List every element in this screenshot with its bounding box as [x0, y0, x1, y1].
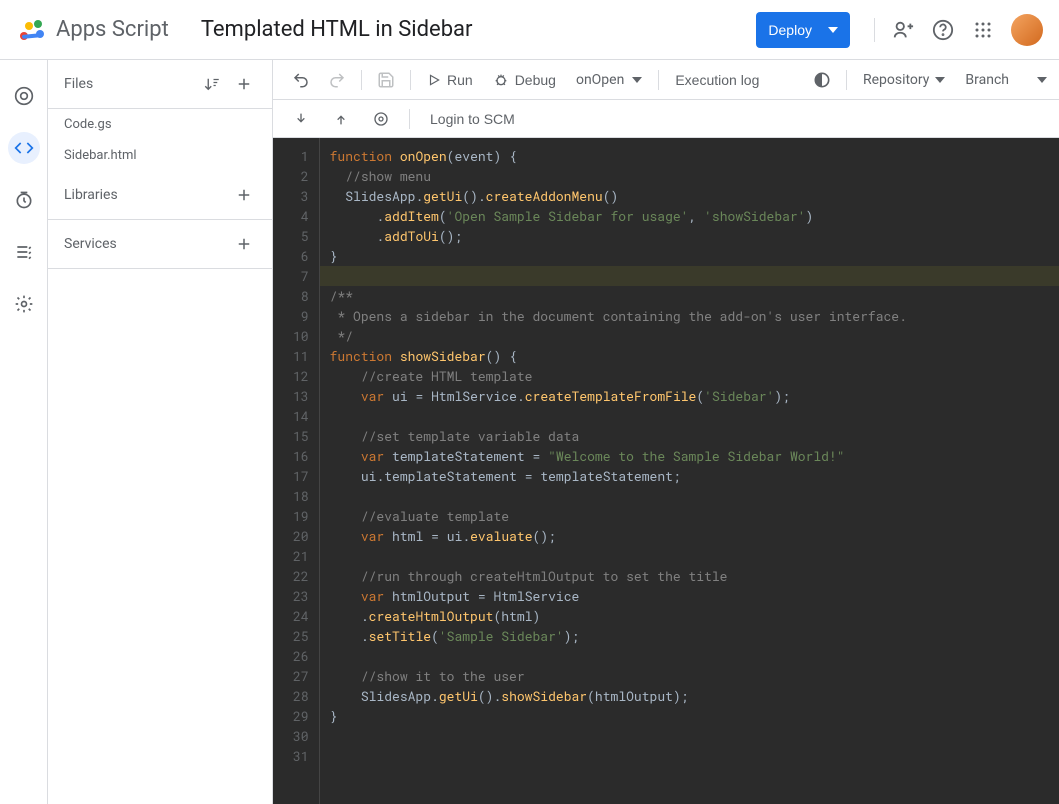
nav-triggers[interactable] [8, 184, 40, 216]
line-gutter: 1234567891011121314151617181920212223242… [273, 138, 319, 804]
execution-log-label: Execution log [675, 72, 759, 88]
branch-select[interactable]: Branch [957, 72, 1017, 88]
dark-mode-toggle[interactable] [806, 64, 838, 96]
file-list: Code.gsSidebar.html [48, 109, 272, 171]
services-label: Services [64, 236, 117, 252]
redo-button[interactable] [321, 64, 353, 96]
chevron-down-icon [935, 77, 945, 83]
file-item[interactable]: Sidebar.html [48, 140, 272, 171]
sort-files-button[interactable] [200, 72, 224, 96]
code-content[interactable]: function onOpen(event) { //show menu Sli… [319, 138, 1059, 804]
project-title[interactable]: Templated HTML in Sidebar [201, 17, 757, 42]
toolbar: Run Debug onOpen Execution log Repositor… [273, 60, 1059, 100]
files-header: Files [48, 60, 272, 109]
chevron-down-icon [828, 25, 838, 35]
nav-editor[interactable] [8, 132, 40, 164]
body: Files Code.gsSidebar.html Libraries Serv… [0, 60, 1059, 804]
add-library-button[interactable] [232, 183, 256, 207]
files-label: Files [64, 76, 93, 92]
divider [410, 70, 411, 90]
nav-overview[interactable] [8, 80, 40, 112]
user-avatar[interactable] [1011, 14, 1043, 46]
run-button[interactable]: Run [419, 64, 481, 96]
code-editor[interactable]: 1234567891011121314151617181920212223242… [273, 138, 1059, 804]
push-button[interactable] [325, 103, 357, 135]
bug-icon [493, 72, 509, 88]
login-scm-button[interactable]: Login to SCM [422, 103, 523, 135]
services-header: Services [48, 220, 272, 269]
files-panel: Files Code.gsSidebar.html Libraries Serv… [47, 60, 273, 804]
apps-grid-button[interactable] [963, 10, 1003, 50]
repository-label: Repository [863, 72, 929, 88]
chevron-down-icon [1037, 77, 1047, 83]
app-name: Apps Script [56, 17, 169, 42]
help-button[interactable] [923, 10, 963, 50]
divider [874, 18, 875, 42]
libraries-header: Libraries [48, 171, 272, 220]
play-icon [427, 73, 441, 87]
pull-button[interactable] [285, 103, 317, 135]
scm-toolbar: Login to SCM [273, 100, 1059, 138]
scm-settings-button[interactable] [365, 103, 397, 135]
repository-select[interactable]: Repository [855, 72, 953, 88]
run-label: Run [447, 72, 473, 88]
debug-label: Debug [515, 72, 556, 88]
deploy-button[interactable]: Deploy [756, 12, 850, 48]
file-item[interactable]: Code.gs [48, 109, 272, 140]
deploy-label: Deploy [768, 22, 812, 38]
apps-script-logo [16, 14, 48, 46]
libraries-label: Libraries [64, 187, 118, 203]
execution-log-button[interactable]: Execution log [667, 64, 767, 96]
divider [846, 70, 847, 90]
save-button[interactable] [370, 64, 402, 96]
function-select[interactable]: onOpen [568, 72, 650, 88]
function-selected: onOpen [576, 72, 624, 88]
divider [409, 109, 410, 129]
nav-executions[interactable] [8, 236, 40, 268]
add-file-button[interactable] [232, 72, 256, 96]
header: Apps Script Templated HTML in Sidebar De… [0, 0, 1059, 60]
divider [658, 70, 659, 90]
divider [361, 70, 362, 90]
share-button[interactable] [883, 10, 923, 50]
nav-rail [0, 60, 47, 804]
chevron-down-icon [632, 77, 642, 83]
branch-label: Branch [965, 72, 1009, 88]
login-scm-label: Login to SCM [430, 111, 515, 127]
undo-button[interactable] [285, 64, 317, 96]
nav-settings[interactable] [8, 288, 40, 320]
editor-area: Run Debug onOpen Execution log Repositor… [273, 60, 1059, 804]
add-service-button[interactable] [232, 232, 256, 256]
debug-button[interactable]: Debug [485, 64, 564, 96]
